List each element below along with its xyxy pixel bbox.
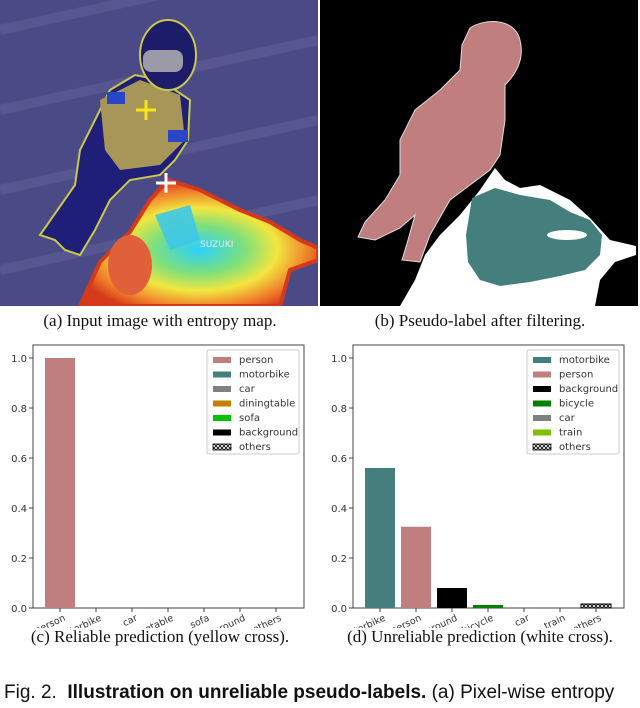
legend-label-car: car xyxy=(239,384,256,395)
y-tick-label: 0.6 xyxy=(331,454,347,465)
y-tick-label: 0.8 xyxy=(11,404,27,415)
suzuki-text: SUZUKI xyxy=(200,240,233,250)
legend-label-sofa: sofa xyxy=(239,413,260,424)
y-tick-label: 0.4 xyxy=(11,504,27,515)
legend-label-motorbike: motorbike xyxy=(239,370,290,381)
y-tick-label: 0.0 xyxy=(11,604,27,615)
legend-swatch-background xyxy=(213,429,231,436)
legend-label-person: person xyxy=(559,370,593,381)
legend-swatch-diningtable xyxy=(213,400,231,407)
x-tick-label: car xyxy=(513,613,531,628)
caption-c: (c) Reliable prediction (yellow cross). xyxy=(30,627,290,646)
legend-swatch-others xyxy=(212,443,232,451)
legend-swatch-bicycle xyxy=(533,400,551,407)
y-tick-label: 1.0 xyxy=(11,354,27,365)
x-tick-label: car xyxy=(121,613,139,628)
legend-swatch-person xyxy=(213,357,231,363)
legend-swatch-person xyxy=(533,371,551,378)
bar-motorbike xyxy=(365,468,395,608)
legend-label-bicycle: bicycle xyxy=(559,399,594,410)
bar-others xyxy=(580,603,612,609)
legend-swatch-train xyxy=(533,429,551,436)
y-tick-label: 0.0 xyxy=(331,604,347,615)
legend-swatch-motorbike xyxy=(213,371,231,378)
x-tick-label: train xyxy=(543,613,568,628)
figure-caption: Fig. 2. Illustration on unreliable pseud… xyxy=(4,682,614,704)
pseudo-label-map xyxy=(320,0,638,306)
legend-label-background: background xyxy=(559,384,618,395)
y-tick-label: 1.0 xyxy=(331,354,347,365)
x-tick-label: sofa xyxy=(189,613,212,628)
reliable-prediction-chart: 0.0 0.2 0.4 0.6 0.8 1.0 person motorbike car dini… xyxy=(11,344,305,628)
legend-label-others: others xyxy=(239,442,271,453)
y-tick-label: 0.2 xyxy=(331,554,347,565)
x-tick-label: others xyxy=(571,613,603,628)
figure-title: Illustration on unreliable pseudo-labels… xyxy=(67,682,427,703)
legend-swatch-others xyxy=(532,443,552,451)
legend-label-others: others xyxy=(559,442,591,453)
caption-a: (a) Input image with entropy map. xyxy=(43,311,277,330)
legend-label-background: background xyxy=(239,428,298,439)
y-tick-label: 0.8 xyxy=(331,404,347,415)
caption-b: (b) Pseudo-label after filtering. xyxy=(374,311,586,330)
caption-d: (d) Unreliable prediction (white cross). xyxy=(347,627,613,646)
legend-label-person: person xyxy=(239,355,273,366)
legend-swatch-sofa xyxy=(213,415,231,421)
x-tick-label: person xyxy=(389,613,423,628)
legend-label-motorbike: motorbike xyxy=(559,355,610,366)
bar-bicycle xyxy=(473,605,503,608)
bar-background xyxy=(437,588,467,608)
x-tick-label: person xyxy=(33,613,67,628)
legend-swatch-motorbike xyxy=(533,357,551,363)
x-tick-label: others xyxy=(251,613,283,628)
legend-label-car: car xyxy=(559,413,576,424)
y-tick-label: 0.4 xyxy=(331,504,347,515)
legend: motorbike person background bicycle car train… xyxy=(526,349,620,455)
legend: person motorbike car diningtable sofa backgro… xyxy=(206,349,300,455)
bar-car xyxy=(509,607,539,608)
legend-label-train: train xyxy=(559,428,582,439)
legend-swatch-car xyxy=(533,415,551,421)
y-tick-label: 0.6 xyxy=(11,454,27,465)
unreliable-prediction-chart: 0.0 0.2 0.4 0.6 0.8 1.0 motorbike person backgro… xyxy=(331,344,625,628)
legend-swatch-background xyxy=(533,386,551,392)
legend-swatch-car xyxy=(213,386,231,392)
figure-description: (a) Pixel-wise entropy xyxy=(431,682,615,703)
input-image-entropy-map: SUZUKI xyxy=(0,0,318,306)
bar-person xyxy=(45,358,75,608)
figure-number: Fig. 2. xyxy=(4,682,57,703)
legend-label-diningtable: diningtable xyxy=(239,399,295,410)
y-tick-label: 0.2 xyxy=(11,554,27,565)
x-tick-label: bicycle xyxy=(460,613,495,628)
bar-person xyxy=(401,526,431,608)
